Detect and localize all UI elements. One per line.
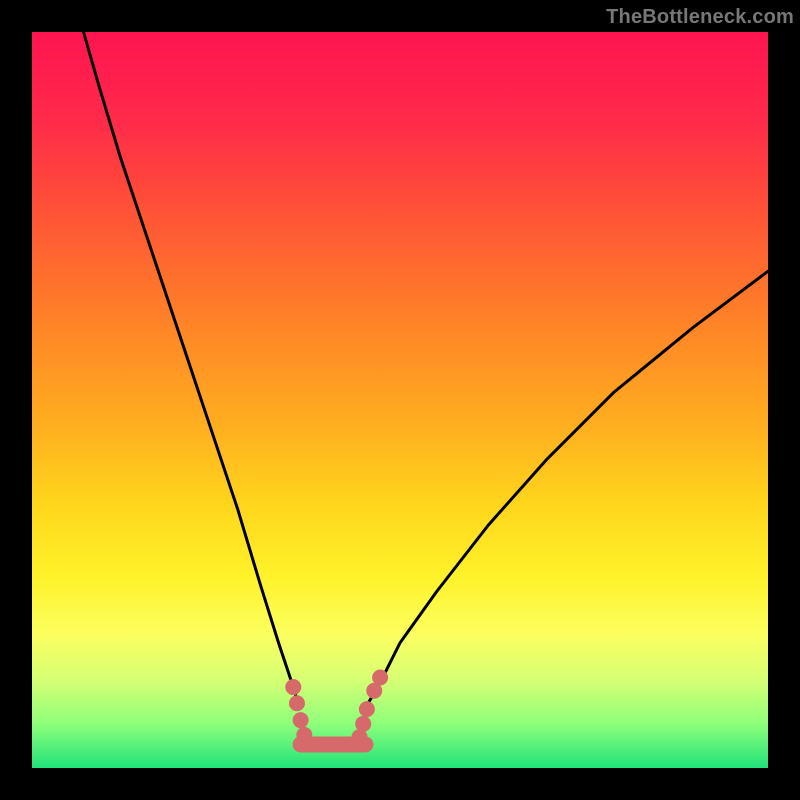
data-marker: [289, 695, 305, 711]
data-marker: [293, 712, 309, 728]
left-curve: [84, 32, 300, 708]
chart-overlay: [0, 0, 800, 800]
data-marker: [304, 736, 320, 752]
chart-stage: TheBottleneck.com: [0, 0, 800, 800]
right-curve: [365, 271, 768, 707]
data-marker: [355, 716, 371, 732]
data-marker: [285, 679, 301, 695]
data-marker: [372, 669, 388, 685]
data-marker: [359, 701, 375, 717]
data-marker: [318, 736, 334, 752]
